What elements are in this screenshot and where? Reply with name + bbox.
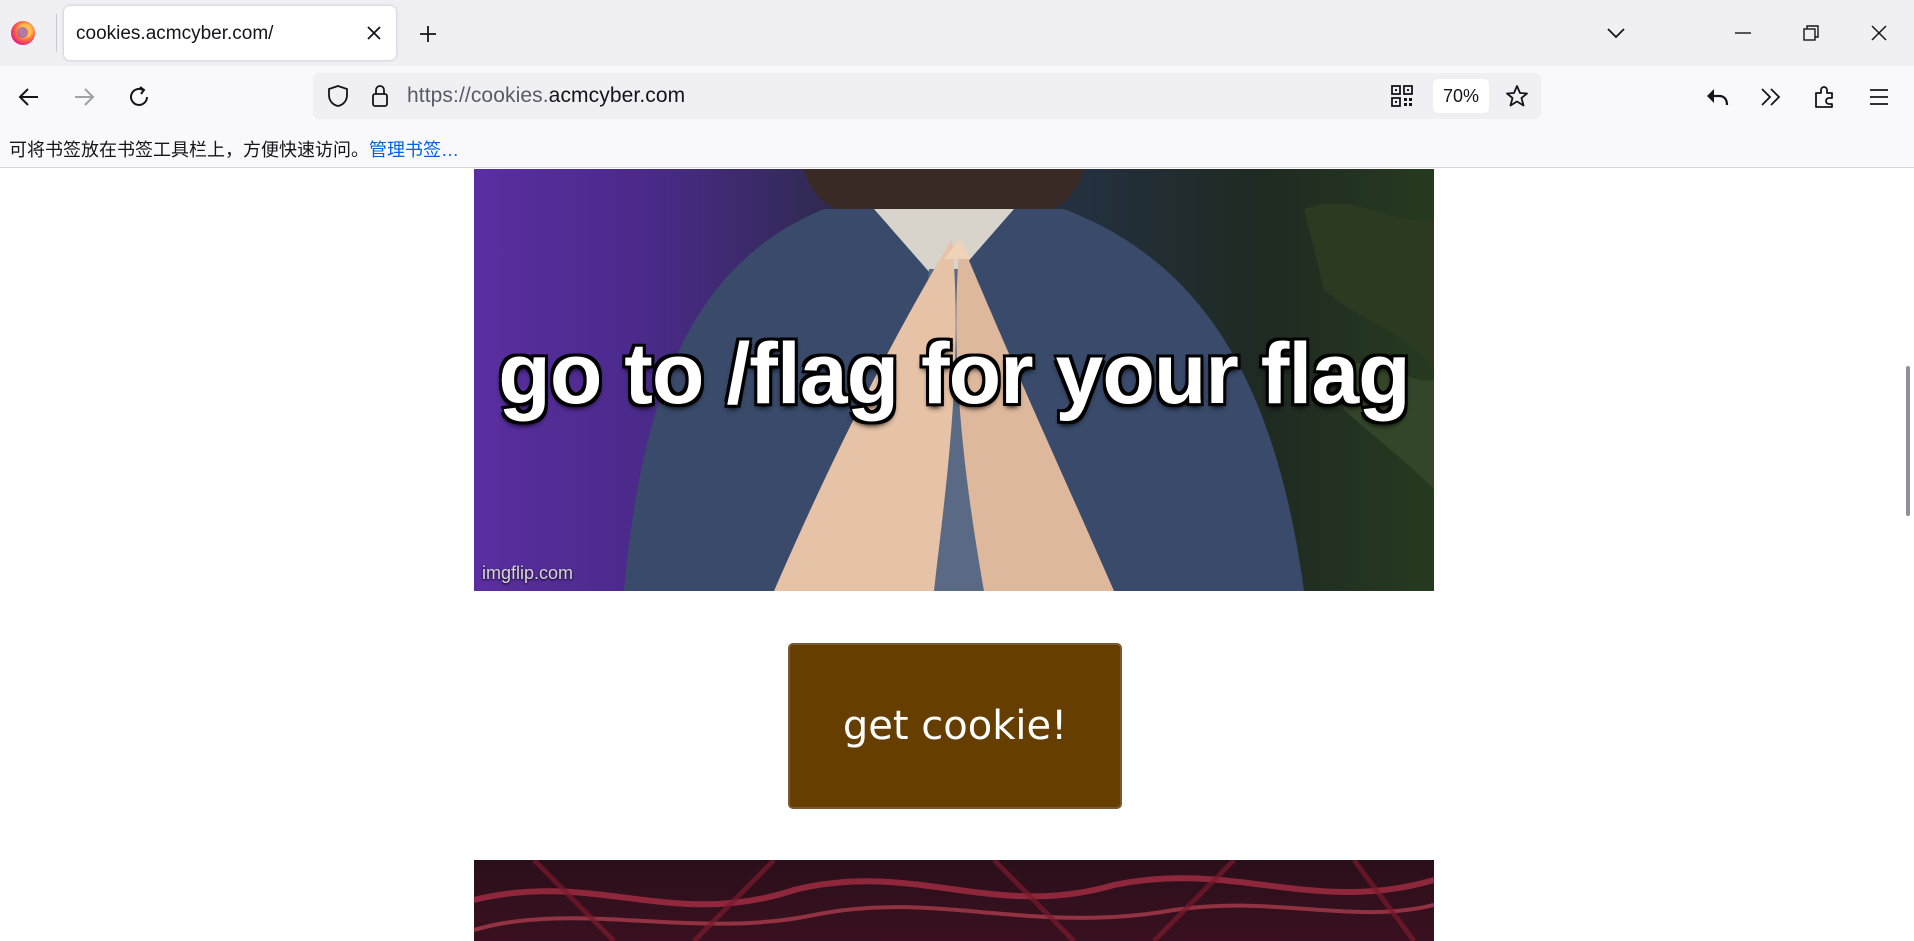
bookmarks-hint: 可将书签放在书签工具栏上，方便快速访问。管理书签… — [9, 136, 459, 162]
chevron-double-right-icon[interactable] — [1754, 80, 1788, 114]
active-tab[interactable]: cookies.acmcyber.com/ — [64, 6, 396, 60]
star-icon[interactable] — [1500, 79, 1534, 113]
plus-icon[interactable] — [412, 20, 444, 48]
minimize-icon[interactable] — [1726, 18, 1760, 48]
tab-strip: cookies.acmcyber.com/ — [0, 0, 1914, 66]
meme-image: go to /flag for your flag imgflip.com — [474, 169, 1434, 591]
chevron-down-icon[interactable] — [1600, 18, 1632, 48]
decorative-image — [474, 860, 1434, 941]
manage-bookmarks-link[interactable]: 管理书签… — [369, 140, 459, 160]
url-host: acmcyber.com — [548, 84, 686, 107]
zoom-level-button[interactable]: 70% — [1433, 79, 1489, 113]
hamburger-menu-icon[interactable] — [1862, 80, 1896, 114]
bookmarks-toolbar: 可将书签放在书签工具栏上，方便快速访问。管理书签… — [0, 126, 1914, 168]
meme-watermark: imgflip.com — [482, 563, 574, 583]
page-content: go to /flag for your flag imgflip.com ge… — [0, 169, 1914, 941]
firefox-logo-icon[interactable] — [11, 21, 35, 45]
url-prefix: https://cookies. — [407, 84, 549, 107]
bookmarks-hint-text: 可将书签放在书签工具栏上，方便快速访问。 — [9, 140, 369, 160]
scrollbar-thumb[interactable] — [1906, 366, 1910, 516]
tab-separator — [56, 14, 57, 52]
close-icon[interactable] — [362, 21, 386, 45]
reload-icon[interactable] — [122, 80, 156, 114]
undo-icon[interactable] — [1700, 80, 1734, 114]
lock-icon[interactable] — [365, 81, 395, 111]
tab-title: cookies.acmcyber.com/ — [76, 23, 274, 44]
meme-caption: go to /flag for your flag — [498, 326, 1410, 422]
forward-arrow-icon — [67, 80, 101, 114]
shield-icon[interactable] — [323, 81, 353, 111]
address-bar[interactable]: https://cookies.acmcyber.com 70% — [313, 73, 1541, 119]
decorative-texture — [474, 860, 1434, 941]
extensions-icon[interactable] — [1808, 80, 1842, 114]
back-arrow-icon[interactable] — [12, 80, 46, 114]
qr-code-icon[interactable] — [1387, 81, 1417, 111]
close-icon[interactable] — [1862, 18, 1896, 48]
url-text[interactable]: https://cookies.acmcyber.com — [407, 84, 685, 108]
get-cookie-button[interactable]: get cookie! — [788, 643, 1122, 809]
restore-icon[interactable] — [1794, 18, 1828, 48]
navigation-toolbar: https://cookies.acmcyber.com 70% — [0, 66, 1914, 126]
